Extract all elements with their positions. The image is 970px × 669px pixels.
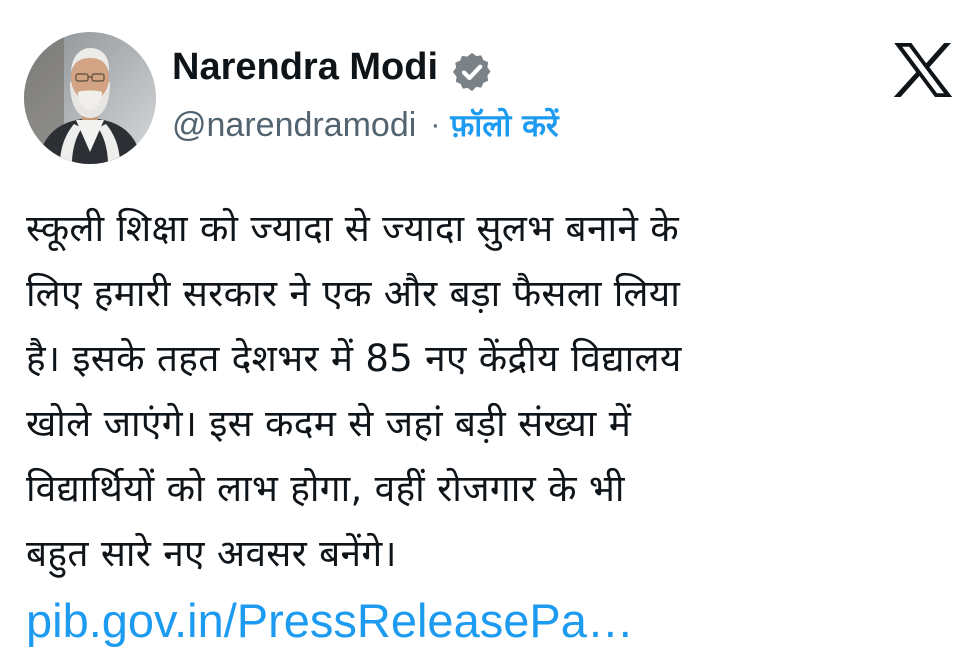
handle-row: @narendramodi · फ़ॉलो करें: [172, 102, 559, 148]
tweet-text-line: खोले जाएंगे। इस कदम से जहां बड़ी संख्या …: [26, 402, 632, 445]
tweet-text-line: स्कूली शिक्षा को ज्यादा से ज्यादा सुलभ ब…: [26, 207, 680, 250]
avatar[interactable]: [24, 32, 156, 164]
profile-photo: [24, 32, 156, 164]
author-name[interactable]: Narendra Modi: [172, 44, 438, 90]
tweet-text-line: बहुत सारे नए अवसर बनेंगे।: [26, 532, 397, 575]
separator-dot: ·: [430, 108, 441, 141]
author-handle[interactable]: @narendramodi: [172, 106, 416, 145]
verified-badge-icon: [452, 52, 491, 92]
tweet-card: Narendra Modi @narendramodi · फ़ॉलो करें…: [0, 0, 970, 669]
tweet-text-line: विद्यार्थियों को लाभ होगा, वहीं रोजगार क…: [26, 467, 625, 510]
tweet-text-line: लिए हमारी सरकार ने एक और बड़ा फैसला लिया: [26, 272, 681, 315]
follow-button[interactable]: फ़ॉलो करें: [450, 104, 558, 146]
tweet-text: स्कूली शिक्षा को ज्यादा से ज्यादा सुलभ ब…: [26, 196, 956, 586]
x-logo-icon[interactable]: [893, 42, 953, 98]
tweet-link[interactable]: pib.gov.in/PressReleasePa…: [26, 590, 634, 652]
tweet-text-line: है। इसके तहत देशभर में 85 नए केंद्रीय वि…: [26, 337, 682, 380]
